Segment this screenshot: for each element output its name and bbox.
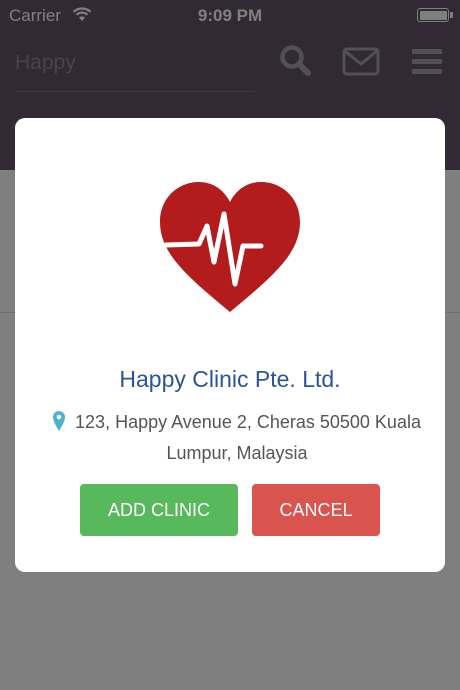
cancel-button[interactable]: CANCEL xyxy=(252,484,380,536)
clinic-name: Happy Clinic Pte. Ltd. xyxy=(119,366,341,392)
address-text: 123, Happy Avenue 2, Cheras 50500 Kuala … xyxy=(75,412,421,463)
heart-pulse-logo xyxy=(160,182,300,312)
clinic-address: 123, Happy Avenue 2, Cheras 50500 Kuala … xyxy=(39,408,435,467)
add-clinic-button[interactable]: ADD CLINIC xyxy=(80,484,238,536)
location-pin-icon xyxy=(53,411,66,439)
add-clinic-dialog: Happy Clinic Pte. Ltd. 123, Happy Avenue… xyxy=(15,118,445,572)
